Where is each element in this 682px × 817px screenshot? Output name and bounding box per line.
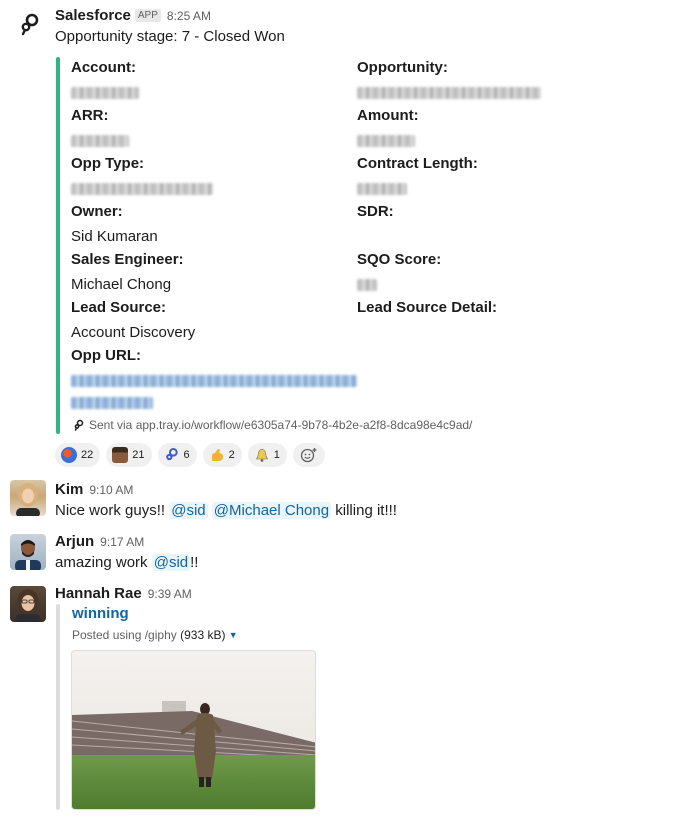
face-emoji-icon — [112, 447, 129, 463]
bell-emoji-icon — [255, 448, 268, 462]
text-segment: killing it!!! — [335, 502, 397, 519]
message-time[interactable]: 9:17 AM — [100, 535, 144, 549]
sender-name[interactable]: Kim — [55, 481, 83, 498]
sender-row: Hannah Rae 9:39 AM — [55, 585, 192, 602]
message-kim: Kim 9:10 AM Nice work guys!! @sid @Michae… — [0, 474, 682, 524]
footer-text: Sent via app.tray.io/workflow/e6305a74-9… — [89, 418, 473, 432]
field-account: Account: — [71, 58, 139, 104]
field-sales-engineer: Sales Engineer: Michael Chong — [71, 250, 184, 296]
reaction-count: 21 — [132, 449, 145, 461]
mention-michael-chong[interactable]: @Michael Chong — [211, 502, 332, 519]
field-label: Lead Source Detail: — [357, 299, 498, 316]
globe-emoji-icon — [61, 447, 77, 463]
field-label: Lead Source: — [71, 299, 167, 316]
giphy-image[interactable] — [71, 650, 316, 810]
field-label: SDR: — [357, 203, 394, 220]
redacted-value — [357, 135, 415, 148]
field-label: Amount: — [357, 107, 419, 124]
avatar[interactable] — [10, 586, 46, 622]
giphy-title-link[interactable]: winning — [72, 605, 129, 622]
field-contract-length: Contract Length: — [357, 154, 478, 200]
giphy-meta-text: Posted using /giphy — [72, 628, 177, 642]
sender-name[interactable]: Hannah Rae — [55, 585, 142, 602]
reactions-bar: 22 21 6 2 1 — [55, 443, 325, 467]
flexed-biceps-emoji-icon — [211, 449, 223, 461]
field-lead-source: Lead Source: Account Discovery — [71, 298, 195, 344]
message-time[interactable]: 9:10 AM — [89, 483, 133, 497]
sender-row: Arjun 9:17 AM — [55, 533, 144, 550]
message-salesforce: Salesforce APP 8:25 AM Opportunity stage: … — [0, 0, 682, 470]
field-label: Sales Engineer: — [71, 251, 184, 268]
add-reaction-button[interactable] — [292, 443, 325, 467]
field-opportunity: Opportunity: — [357, 58, 541, 104]
redacted-value — [71, 183, 213, 196]
attachment-bar — [56, 57, 60, 434]
app-badge: APP — [134, 9, 161, 22]
redacted-value — [71, 135, 129, 148]
sender-name[interactable]: Arjun — [55, 533, 94, 550]
tray-logo-emoji-icon — [165, 448, 178, 461]
message-time[interactable]: 9:39 AM — [148, 587, 192, 601]
tray-logo-icon — [74, 419, 84, 431]
field-label: Contract Length: — [357, 155, 478, 172]
reaction-pill[interactable]: 6 — [157, 443, 197, 467]
reaction-count: 6 — [183, 449, 190, 461]
redacted-value — [71, 87, 139, 100]
field-lead-source-detail: Lead Source Detail: — [357, 298, 497, 322]
add-emoji-icon — [300, 448, 317, 463]
sender-row: Kim 9:10 AM — [55, 481, 133, 498]
attachment-footer: Sent via app.tray.io/workflow/e6305a74-9… — [73, 418, 472, 432]
mention-sid[interactable]: @sid — [169, 502, 208, 519]
message-text: Nice work guys!! @sid @Michael Chong kil… — [55, 502, 397, 519]
giphy-attachment-bar — [56, 604, 60, 810]
field-owner: Owner: Sid Kumaran — [71, 202, 158, 248]
redacted-value — [357, 87, 541, 100]
reaction-count: 1 — [273, 449, 280, 461]
field-sqo-score: SQO Score: — [357, 250, 441, 296]
field-arr: ARR: — [71, 106, 129, 152]
field-sdr: SDR: — [357, 202, 394, 226]
field-label: Opportunity: — [357, 59, 448, 76]
field-value: Account Discovery — [71, 324, 196, 341]
message-text: Opportunity stage: 7 - Closed Won — [55, 28, 285, 45]
field-label: Account: — [71, 59, 136, 76]
text-segment: amazing work — [55, 554, 148, 571]
text-segment: !! — [190, 554, 199, 571]
field-label: Owner: — [71, 203, 123, 220]
redacted-value — [357, 183, 407, 196]
mention-sid[interactable]: @sid — [151, 554, 191, 571]
giphy-size: (933 kB) — [180, 628, 226, 642]
field-value: Michael Chong — [71, 276, 172, 293]
tray-logo-icon[interactable] — [18, 12, 42, 36]
message-time[interactable]: 8:25 AM — [167, 9, 211, 23]
field-label: SQO Score: — [357, 251, 442, 268]
field-label: ARR: — [71, 107, 109, 124]
redacted-link[interactable] — [71, 375, 357, 388]
reaction-count: 2 — [228, 449, 235, 461]
reaction-pill[interactable]: 22 — [55, 443, 101, 467]
giphy-meta: Posted using /giphy (933 kB) ▼ — [72, 628, 238, 642]
avatar[interactable] — [10, 480, 46, 516]
reaction-count: 22 — [81, 449, 94, 461]
redacted-link[interactable] — [71, 397, 153, 410]
reaction-pill[interactable]: 2 — [202, 443, 242, 467]
field-opp-url: Opp URL: — [71, 346, 357, 414]
field-label: Opp Type: — [71, 155, 145, 172]
reaction-pill[interactable]: 21 — [106, 443, 152, 467]
field-label: Opp URL: — [71, 347, 141, 364]
text-segment: Nice work guys!! — [55, 502, 166, 519]
chevron-down-icon[interactable]: ▼ — [229, 630, 238, 640]
avatar[interactable] — [10, 534, 46, 570]
sender-row: Salesforce APP 8:25 AM — [55, 7, 211, 24]
reaction-pill[interactable]: 1 — [247, 443, 287, 467]
field-amount: Amount: — [357, 106, 419, 152]
sender-name[interactable]: Salesforce — [55, 7, 131, 24]
message-text: amazing work @sid!! — [55, 554, 198, 571]
field-value: Sid Kumaran — [71, 228, 158, 245]
field-opp-type: Opp Type: — [71, 154, 213, 200]
message-arjun: Arjun 9:17 AM amazing work @sid!! — [0, 526, 682, 578]
redacted-value — [357, 279, 377, 292]
